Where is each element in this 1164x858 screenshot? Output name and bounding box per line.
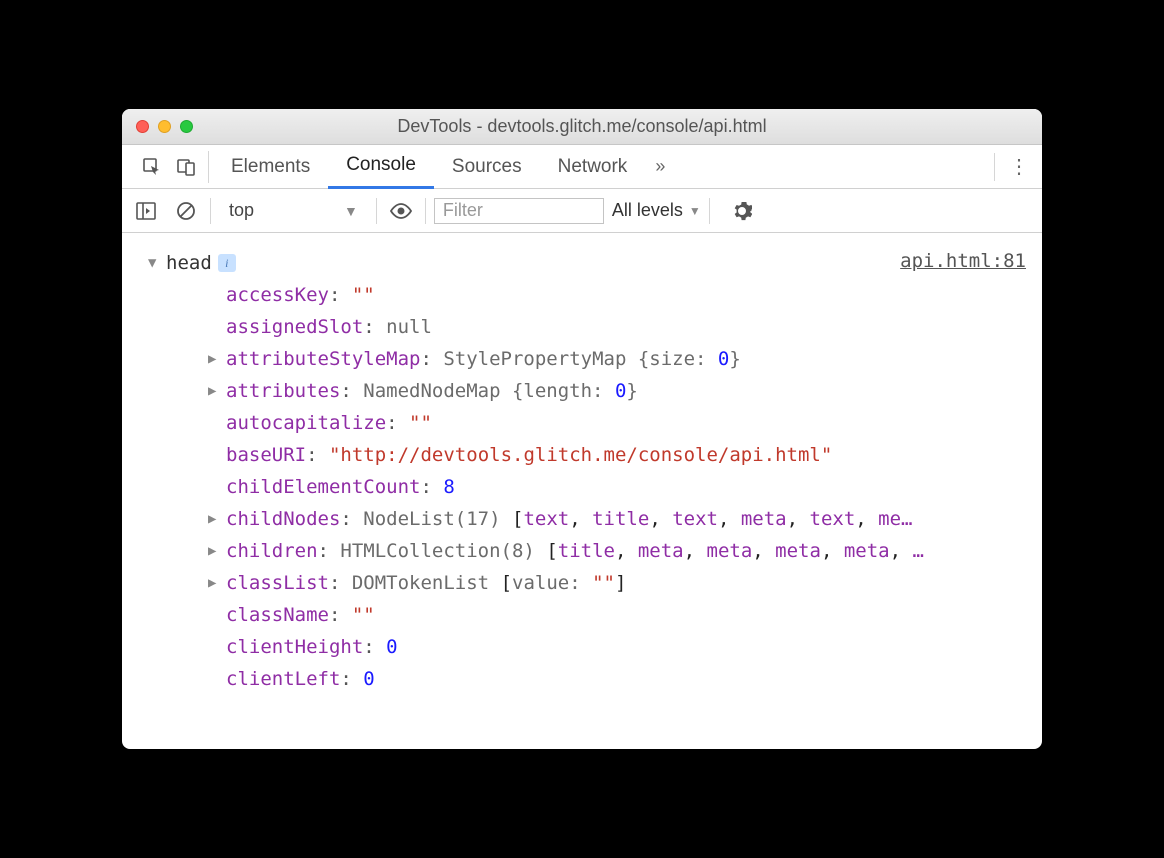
tabbar-right: ⋮ xyxy=(994,153,1034,181)
property-key: accessKey xyxy=(226,279,329,311)
tab-network[interactable]: Network xyxy=(540,145,646,189)
property-value: NamedNodeMap {length: 0} xyxy=(363,375,638,407)
info-icon[interactable]: i xyxy=(218,254,236,272)
property-key: attributeStyleMap xyxy=(226,343,420,375)
property-key: className xyxy=(226,599,329,631)
property-value: "" xyxy=(352,599,375,631)
kebab-menu-icon[interactable]: ⋮ xyxy=(994,153,1028,181)
property-value: " xyxy=(329,439,340,471)
property-row: assignedSlot: null xyxy=(138,311,1026,343)
tab-sources[interactable]: Sources xyxy=(434,145,540,189)
panel-tabs: Elements Console Sources Network xyxy=(213,145,645,189)
property-value: "" xyxy=(352,279,375,311)
device-toggle-icon[interactable] xyxy=(170,151,202,183)
disclosure-triangle-icon[interactable] xyxy=(208,535,226,567)
property-key: attributes xyxy=(226,375,340,407)
titlebar[interactable]: DevTools - devtools.glitch.me/console/ap… xyxy=(122,109,1042,145)
property-key: children xyxy=(226,535,318,567)
property-row: clientLeft: 0 xyxy=(138,663,1026,695)
property-row: className: "" xyxy=(138,599,1026,631)
property-key: childNodes xyxy=(226,503,340,535)
context-value: top xyxy=(229,200,254,221)
property-value: null xyxy=(386,311,432,343)
property-value: HTMLCollection(8) [title, meta, meta, me… xyxy=(340,535,924,567)
property-row[interactable]: classList: DOMTokenList [value: ""] xyxy=(138,567,1026,599)
property-row[interactable]: attributes: NamedNodeMap {length: 0} xyxy=(138,375,1026,407)
console-output[interactable]: api.html:81 head i accessKey: ""assigned… xyxy=(122,233,1042,749)
property-row: childElementCount: 8 xyxy=(138,471,1026,503)
property-key: childElementCount xyxy=(226,471,420,503)
property-row[interactable]: childNodes: NodeList(17) [text, title, t… xyxy=(138,503,1026,535)
property-row[interactable]: children: HTMLCollection(8) [title, meta… xyxy=(138,535,1026,567)
clear-console-icon[interactable] xyxy=(170,195,202,227)
console-toolbar: top ▼ All levels ▼ xyxy=(122,189,1042,233)
chevron-down-icon: ▼ xyxy=(689,204,701,218)
divider xyxy=(210,198,211,224)
property-key: clientLeft xyxy=(226,663,340,695)
inspect-element-icon[interactable] xyxy=(136,151,168,183)
property-row: baseURI: "http://devtools.glitch.me/cons… xyxy=(138,439,1026,471)
property-key: assignedSlot xyxy=(226,311,363,343)
property-key: autocapitalize xyxy=(226,407,386,439)
tab-console[interactable]: Console xyxy=(328,145,434,189)
property-key: classList xyxy=(226,567,329,599)
log-levels-selector[interactable]: All levels ▼ xyxy=(612,200,701,221)
devtools-tabbar: Elements Console Sources Network » ⋮ xyxy=(122,145,1042,189)
context-selector[interactable]: top ▼ xyxy=(219,200,368,221)
tabbar-left-tools xyxy=(130,151,209,183)
property-value: "" xyxy=(409,407,432,439)
property-value: 0 xyxy=(386,631,397,663)
property-row: accessKey: "" xyxy=(138,279,1026,311)
divider xyxy=(709,198,710,224)
property-key: baseURI xyxy=(226,439,306,471)
chevron-down-icon: ▼ xyxy=(344,203,358,219)
property-row: autocapitalize: "" xyxy=(138,407,1026,439)
property-value: StylePropertyMap {size: 0} xyxy=(443,343,740,375)
disclosure-triangle-icon[interactable] xyxy=(148,247,166,279)
disclosure-triangle-icon[interactable] xyxy=(208,503,226,535)
property-value: 0 xyxy=(363,663,374,695)
divider xyxy=(425,198,426,224)
property-value: 8 xyxy=(443,471,454,503)
devtools-window: DevTools - devtools.glitch.me/console/ap… xyxy=(122,109,1042,749)
live-expression-icon[interactable] xyxy=(385,195,417,227)
object-root[interactable]: head i xyxy=(138,247,1026,279)
object-name: head xyxy=(166,247,212,279)
property-value: NodeList(17) [text, title, text, meta, t… xyxy=(363,503,912,535)
property-value: DOMTokenList [value: ""] xyxy=(352,567,627,599)
source-link[interactable]: api.html:81 xyxy=(900,245,1026,277)
property-key: clientHeight xyxy=(226,631,363,663)
levels-label: All levels xyxy=(612,200,683,221)
window-title: DevTools - devtools.glitch.me/console/ap… xyxy=(136,116,1028,137)
gear-icon[interactable] xyxy=(726,195,758,227)
property-list: accessKey: ""assignedSlot: nullattribute… xyxy=(138,279,1026,695)
filter-input[interactable] xyxy=(434,198,604,224)
toggle-sidebar-icon[interactable] xyxy=(130,195,162,227)
disclosure-triangle-icon[interactable] xyxy=(208,343,226,375)
property-row[interactable]: attributeStyleMap: StylePropertyMap {siz… xyxy=(138,343,1026,375)
disclosure-triangle-icon[interactable] xyxy=(208,375,226,407)
divider xyxy=(376,198,377,224)
disclosure-triangle-icon[interactable] xyxy=(208,567,226,599)
tabs-overflow-icon[interactable]: » xyxy=(645,156,675,177)
tab-elements[interactable]: Elements xyxy=(213,145,328,189)
property-row: clientHeight: 0 xyxy=(138,631,1026,663)
